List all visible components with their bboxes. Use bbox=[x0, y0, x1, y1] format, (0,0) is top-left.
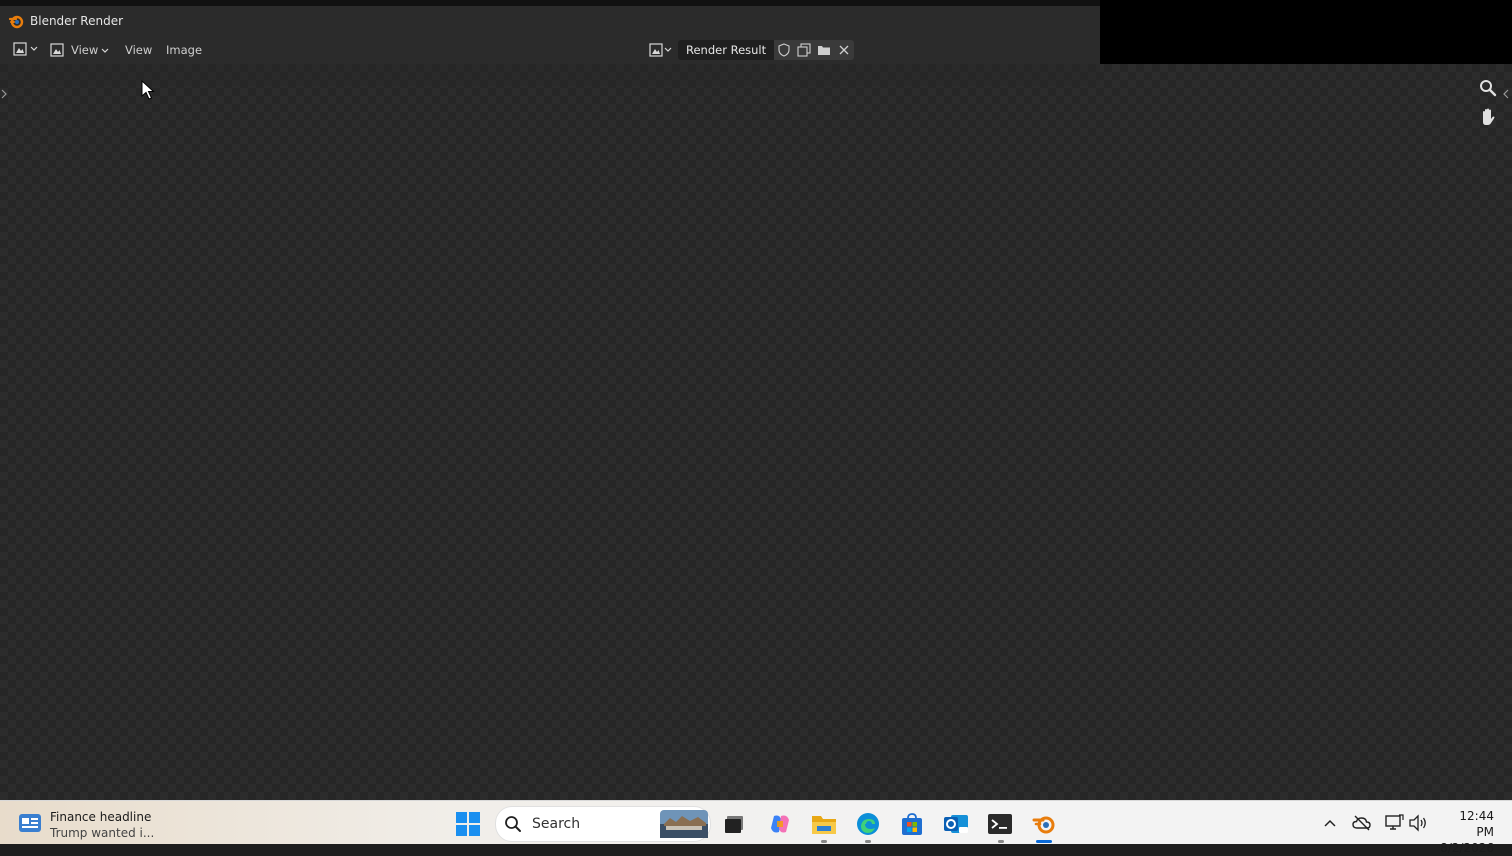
view-mode-icon[interactable] bbox=[49, 42, 65, 58]
clock-time: 12:44 PM bbox=[1459, 809, 1494, 839]
view-mode-selector[interactable]: View bbox=[71, 43, 98, 57]
window-title: Blender Render bbox=[30, 14, 124, 28]
windows-start-icon[interactable] bbox=[456, 812, 480, 836]
volume-icon[interactable] bbox=[1408, 813, 1428, 833]
windows-taskbar: Finance headline Trump wanted i... Searc… bbox=[0, 800, 1512, 855]
render-result-selector: Render Result bbox=[648, 40, 855, 60]
mouse-cursor-icon bbox=[141, 79, 155, 100]
pan-hand-icon[interactable] bbox=[1478, 107, 1498, 127]
taskbar-search-box[interactable]: Search bbox=[495, 806, 711, 842]
file-explorer-icon[interactable] bbox=[811, 811, 837, 837]
image-menu[interactable]: Image bbox=[166, 43, 202, 57]
view-menu[interactable]: View bbox=[125, 43, 152, 57]
system-clock[interactable]: 12:44 PM 8/2/2026 bbox=[1440, 808, 1494, 856]
image-viewport[interactable] bbox=[0, 64, 1512, 800]
clock-date: 8/2/2026 bbox=[1440, 841, 1494, 855]
image-editor-icon bbox=[12, 41, 28, 57]
window-titlebar: Blender Render bbox=[0, 6, 1100, 36]
news-widget[interactable]: Finance headline Trump wanted i... bbox=[18, 809, 154, 841]
image-browse-icon[interactable] bbox=[648, 42, 664, 58]
duplicate-image-icon[interactable] bbox=[794, 40, 814, 60]
render-result-name[interactable]: Render Result bbox=[678, 40, 775, 60]
sidebar-expand-arrow-icon[interactable] bbox=[1502, 86, 1510, 102]
network-icon[interactable] bbox=[1384, 813, 1404, 833]
search-highlight-image-icon bbox=[660, 810, 708, 838]
cloud-offline-icon[interactable] bbox=[1352, 813, 1372, 833]
show-hidden-icons-chevron-icon[interactable] bbox=[1320, 813, 1340, 833]
task-view-icon[interactable] bbox=[722, 811, 748, 837]
terminal-icon[interactable] bbox=[987, 811, 1013, 837]
chevron-down-icon bbox=[664, 42, 672, 58]
toolbar-expand-arrow-icon[interactable] bbox=[0, 86, 8, 102]
zoom-icon[interactable] bbox=[1478, 80, 1498, 98]
news-widget-icon bbox=[18, 812, 42, 838]
microsoft-store-icon[interactable] bbox=[899, 811, 925, 837]
open-folder-icon[interactable] bbox=[814, 40, 834, 60]
blender-taskbar-icon[interactable] bbox=[1031, 811, 1057, 837]
viewport-top-band bbox=[0, 64, 1100, 86]
outlook-icon[interactable] bbox=[943, 811, 969, 837]
chevron-down-icon bbox=[101, 43, 109, 59]
image-editor-header: View View Image Render Result bbox=[0, 36, 1100, 64]
fake-user-shield-icon[interactable] bbox=[774, 40, 794, 60]
news-title: Finance headline bbox=[50, 810, 152, 824]
search-label: Search bbox=[532, 816, 581, 832]
chevron-down-icon bbox=[30, 41, 38, 57]
edge-browser-icon[interactable] bbox=[855, 811, 881, 837]
close-icon[interactable] bbox=[834, 40, 854, 60]
search-icon bbox=[504, 815, 522, 833]
news-subtitle: Trump wanted i... bbox=[50, 826, 155, 840]
blender-logo-icon bbox=[8, 13, 24, 29]
editor-type-selector[interactable] bbox=[12, 41, 38, 57]
copilot-icon[interactable] bbox=[767, 811, 793, 837]
